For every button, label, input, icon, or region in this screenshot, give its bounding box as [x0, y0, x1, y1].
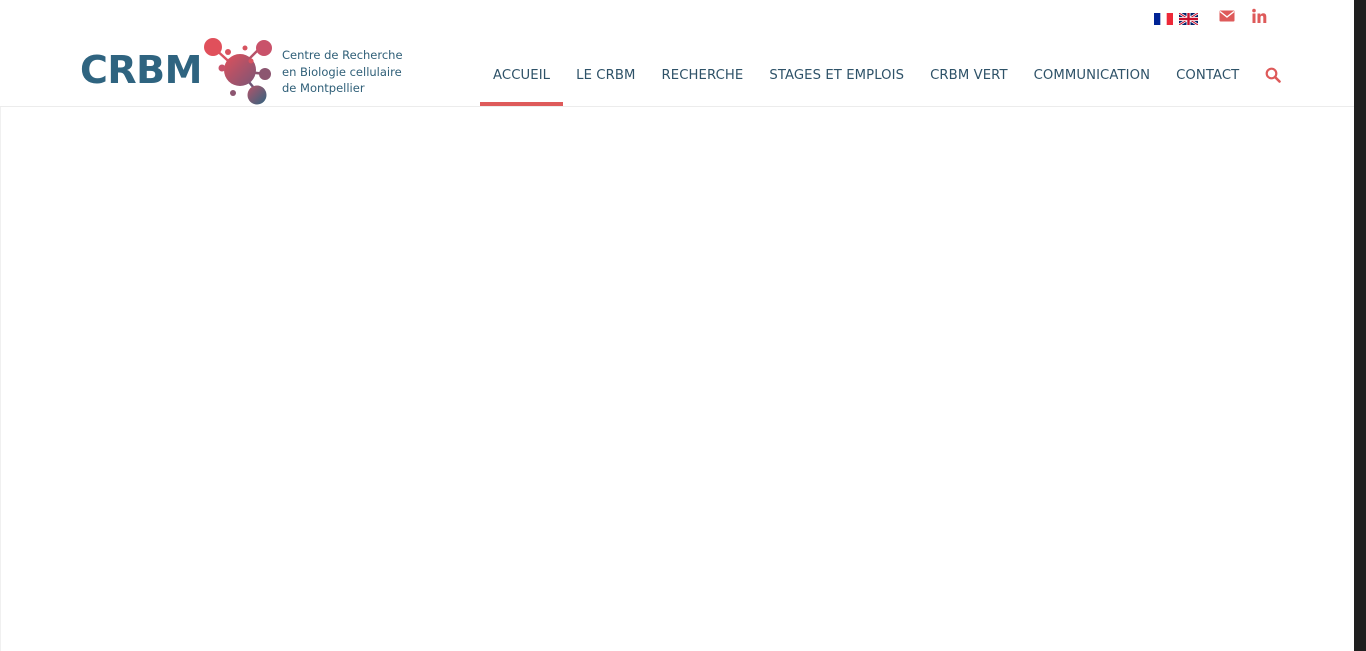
main-nav: ACCUEIL LE CRBM RECHERCHE STAGES ET EMPL…	[480, 44, 1293, 106]
nav-item-crbm-vert[interactable]: CRBM VERT	[917, 44, 1021, 106]
mail-icon[interactable]	[1216, 6, 1238, 26]
logo-wordmark: CRBM	[80, 48, 202, 92]
search-button[interactable]	[1252, 44, 1293, 106]
linkedin-icon[interactable]	[1248, 6, 1270, 26]
site-header: CRBM Centre de Recherche en Biologie cel…	[0, 0, 1354, 107]
nav-item-recherche[interactable]: RECHERCHE	[649, 44, 757, 106]
fr-flag-icon[interactable]	[1154, 10, 1173, 25]
logo-subtitle: Centre de Recherche en Biologie cellulai…	[282, 47, 403, 97]
nav-item-contact[interactable]: CONTACT	[1163, 44, 1252, 106]
logo-subtitle-line: en Biologie cellulaire	[282, 64, 402, 79]
window-edge	[1354, 0, 1366, 651]
nav-item-stages-et-emplois[interactable]: STAGES ET EMPLOIS	[756, 44, 917, 106]
main-content	[0, 107, 1355, 651]
nav-item-accueil[interactable]: ACCUEIL	[480, 44, 564, 106]
top-bar	[1154, 6, 1270, 27]
nav-item-le-crbm[interactable]: LE CRBM	[563, 44, 648, 106]
nav-item-communication[interactable]: COMMUNICATION	[1021, 44, 1163, 106]
logo-subtitle-line: Centre de Recherche	[282, 48, 403, 62]
crbm-logo[interactable]: CRBM Centre de Recherche en Biologie cel…	[80, 36, 410, 106]
logo-subtitle-line: de Montpellier	[282, 81, 365, 95]
search-icon	[1265, 67, 1282, 83]
uk-flag-icon[interactable]	[1178, 10, 1199, 27]
molecule-logo-icon	[204, 38, 272, 105]
page: CRBM Centre de Recherche en Biologie cel…	[0, 0, 1366, 651]
